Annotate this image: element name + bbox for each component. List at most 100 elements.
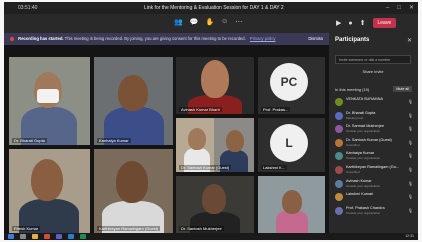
video-tile[interactable]: Kanhaiya Kumar xyxy=(94,57,173,145)
list-item[interactable]: VENKATA SURAMNA 🎙 xyxy=(335,96,415,110)
tile-name: Ritesh Kumar xyxy=(12,226,41,231)
list-item[interactable]: Prof. Prakash Chandra Outside your organi… xyxy=(335,205,415,219)
mic-icon: 🎙 xyxy=(407,139,413,145)
avatar xyxy=(335,98,343,106)
search-icon[interactable] xyxy=(20,234,26,239)
recording-banner: Recording has started. This meeting is b… xyxy=(4,33,329,45)
leave-button[interactable]: Leave xyxy=(372,18,397,28)
video-tile[interactable]: Avinash Kumar Bharti xyxy=(176,57,254,114)
windows-taskbar: 12:31 xyxy=(4,233,418,240)
mic-icon: 🎙 xyxy=(407,180,413,186)
participant-name: Dr. Sarmad Mukherjee xyxy=(346,124,384,129)
video-tile[interactable]: Dr. Santosh Kumar (Guest) xyxy=(176,118,254,172)
tile-name: Dr. Bharati Gupta xyxy=(12,138,47,143)
avatar xyxy=(335,111,343,120)
share-icon[interactable]: ⬆ xyxy=(360,19,366,27)
reactions-icon[interactable]: ☺ xyxy=(221,18,228,26)
list-item[interactable]: Dr. Sarmad Mukherjee Outside your organiz… xyxy=(335,123,415,137)
meeting-timer: 03:51:40 xyxy=(18,5,38,11)
video-tile[interactable]: Karthikeyan Ramalingam (Guest) xyxy=(94,149,173,233)
mute-all-button[interactable]: Mute all xyxy=(393,86,412,92)
window-title: Link for the Mentoring & Evaluation Sess… xyxy=(144,5,284,11)
avatar: L xyxy=(270,124,308,162)
video-tile[interactable]: PC Prof. Prakas... xyxy=(258,57,325,114)
video-tile[interactable]: Dr. Bharati Gupta xyxy=(9,57,90,145)
people-icon[interactable]: 👥 xyxy=(174,18,183,26)
list-item[interactable]: Dr. Santosh Kumar (Guest) Unverified 🎙 xyxy=(335,137,415,151)
teams-window: 03:51:40 Link for the Mentoring & Evalua… xyxy=(4,2,418,240)
minimize-button[interactable]: – xyxy=(386,2,389,14)
participant-list: VENKATA SURAMNA 🎙 Dr. Bharati Gupta Meetin… xyxy=(335,96,415,218)
start-icon[interactable] xyxy=(8,234,14,239)
participant-name: Lakshmi Kumari xyxy=(346,192,374,197)
maximize-button[interactable]: □ xyxy=(397,2,401,14)
in-meeting-header[interactable]: In this meeting (19) xyxy=(335,87,369,92)
participant-role: Outside your organization xyxy=(346,129,381,134)
participant-name: Dr. Santosh Kumar (Guest) xyxy=(346,137,392,142)
close-button[interactable]: ✕ xyxy=(409,2,414,14)
dismiss-button[interactable]: Dismiss xyxy=(308,33,323,45)
share-invite-button[interactable]: Share invite xyxy=(335,67,411,76)
more-icon[interactable]: ⋯ xyxy=(235,18,242,26)
participant-role: Outside your organization xyxy=(346,156,381,161)
avatar xyxy=(335,138,343,147)
excel-icon[interactable] xyxy=(80,234,86,239)
tile-name: Dr. Santosh Kumar (Guest) xyxy=(179,165,232,170)
chat-icon[interactable]: 💬 xyxy=(190,18,199,26)
participant-role: Unverified xyxy=(346,169,360,174)
tile-name: Lakshmi K... xyxy=(261,165,288,170)
participant-role: Unverified xyxy=(346,142,360,147)
participant-name: Prof. Prakash Chandra xyxy=(346,205,385,210)
mic-icon: 🎙 xyxy=(407,207,413,213)
panel-title: Participants xyxy=(335,37,370,43)
mic-icon: 🎙 xyxy=(407,126,413,132)
participant-name: Karthikeyan Ramalingam (Gu... xyxy=(346,164,399,169)
invite-search-input[interactable]: Invite someone or dial a number xyxy=(335,55,411,64)
privacy-policy-link[interactable]: Privacy policy xyxy=(250,36,276,41)
camera-icon[interactable]: ▶ xyxy=(336,19,341,27)
taskbar-clock: 12:31 xyxy=(405,234,414,238)
hand-icon[interactable]: ✋ xyxy=(205,18,214,26)
folder-icon[interactable] xyxy=(32,234,38,239)
video-tile[interactable]: Ritesh Kumar xyxy=(9,149,90,233)
list-item[interactable]: Lakshmi Kumari 🎙 xyxy=(335,191,415,205)
recording-title: Recording has started. xyxy=(18,36,64,41)
tile-name: Avinash Kumar Bharti xyxy=(179,107,222,112)
participants-panel: Participants ✕ Invite someone or dial a … xyxy=(329,33,418,233)
participant-role: Outside your organization xyxy=(346,183,381,188)
tile-name: Kanhaiya Kumar xyxy=(97,138,131,143)
avatar xyxy=(335,206,343,215)
video-grid: Dr. Bharati Gupta Kanhaiya Kumar Avinash… xyxy=(4,45,329,233)
window-controls: – □ ✕ xyxy=(386,2,414,14)
participant-role: Outside your organization xyxy=(346,210,381,215)
tile-name: Prof. Prakas... xyxy=(261,107,291,112)
participant-name: Dr. Bharati Gupta xyxy=(346,110,376,115)
video-tile[interactable] xyxy=(258,176,325,233)
mic-icon: 🎙 xyxy=(407,153,413,159)
close-icon[interactable]: ✕ xyxy=(407,37,412,44)
list-item[interactable]: Dr. Bharati Gupta Meeting host 🎙 xyxy=(335,110,415,124)
mic-icon: 🎙 xyxy=(407,166,413,172)
list-item[interactable]: Kanhaiya Kumar Outside your organization 🎙 xyxy=(335,150,415,164)
mic-icon: 🎙 xyxy=(407,99,413,104)
mic-icon[interactable]: ● xyxy=(348,20,352,27)
teams-icon[interactable] xyxy=(56,234,62,239)
chrome-icon[interactable] xyxy=(44,234,50,239)
participant-name: Avinash Kumar xyxy=(346,178,372,183)
share-invite-label: Share invite xyxy=(362,69,384,74)
avatar xyxy=(335,152,343,161)
avatar xyxy=(335,165,343,174)
recording-dot-icon xyxy=(10,36,14,41)
list-item[interactable]: Karthikeyan Ramalingam (Gu... Unverified 🎙 xyxy=(335,164,415,178)
participant-name: Kanhaiya Kumar xyxy=(346,151,375,156)
participant-role: Meeting host xyxy=(346,115,364,120)
avatar xyxy=(335,193,343,202)
tile-name: Dr. Santosh Mukherjee xyxy=(179,226,224,231)
tile-name: Karthikeyan Ramalingam (Guest) xyxy=(97,226,161,231)
video-tile[interactable]: Dr. Santosh Mukherjee xyxy=(176,176,254,233)
mic-icon: 🎙 xyxy=(407,194,413,200)
participant-name: VENKATA SURAMNA xyxy=(346,97,383,101)
video-tile[interactable]: L Lakshmi K... xyxy=(258,118,325,172)
word-icon[interactable] xyxy=(68,234,74,239)
list-item[interactable]: Avinash Kumar Outside your organization 🎙 xyxy=(335,178,415,192)
